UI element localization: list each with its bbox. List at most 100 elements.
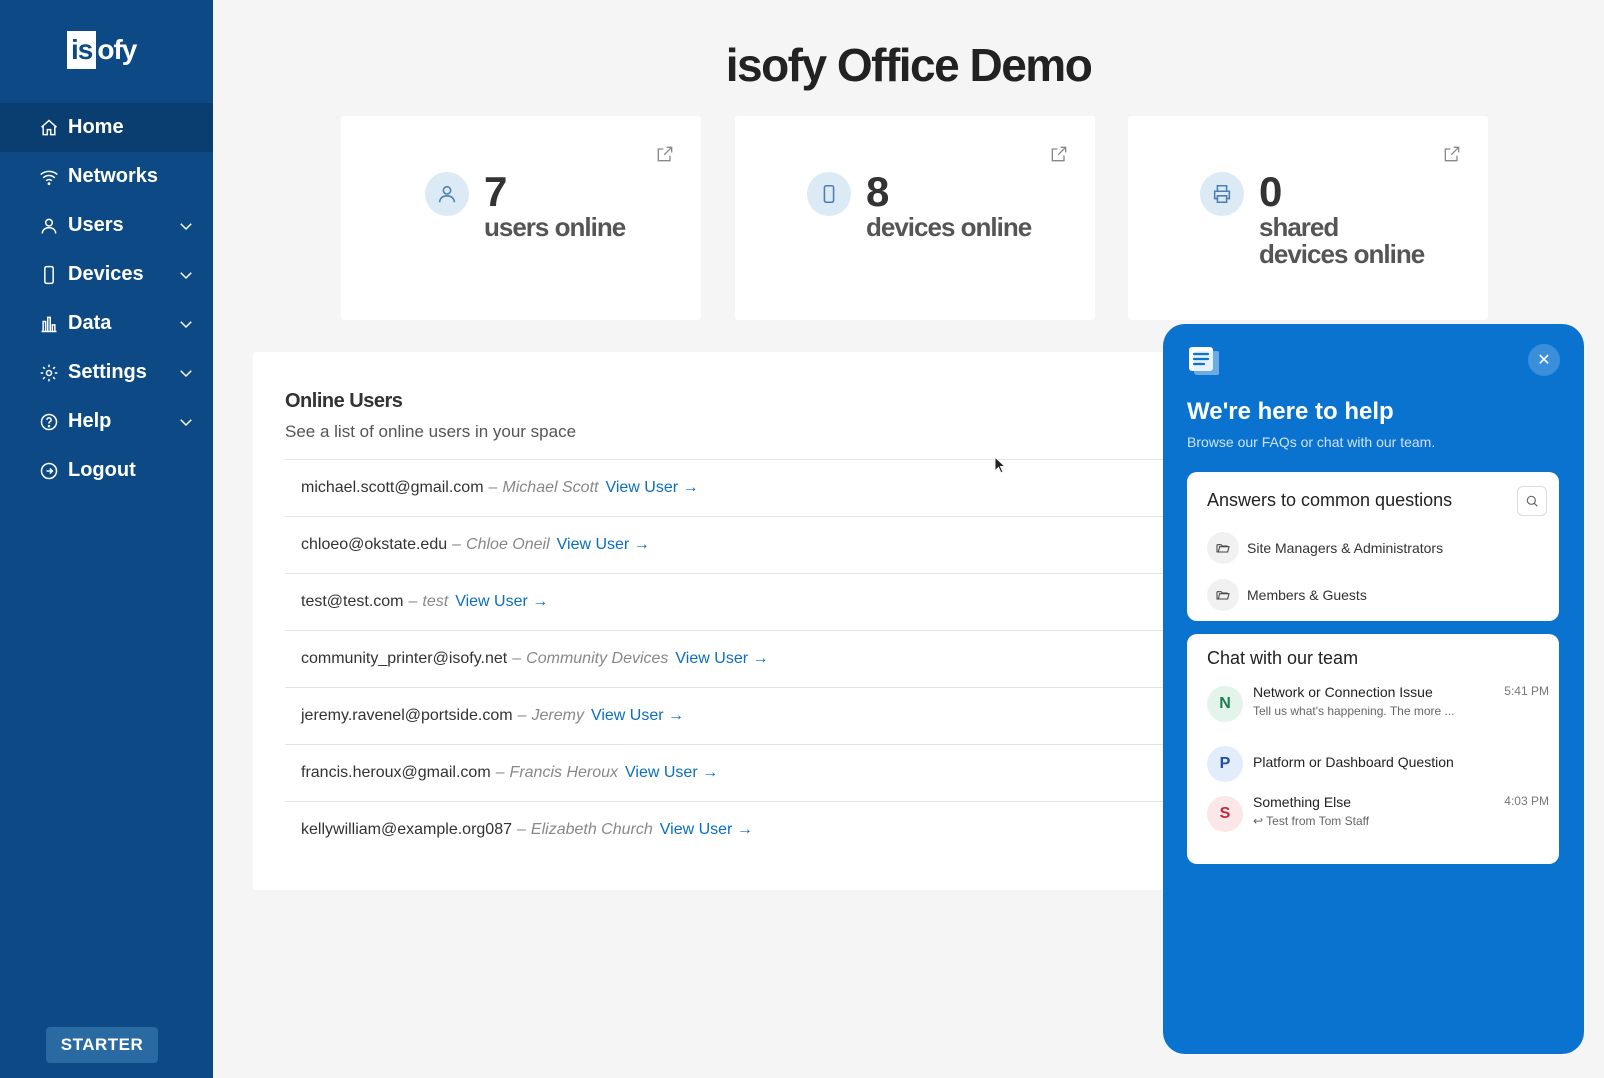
external-link-icon[interactable] [655,144,675,164]
faq-card: Answers to common questions Site Manager… [1187,472,1559,621]
user-email: chloeo@okstate.edu [301,536,448,553]
stat-card-users[interactable]: 7 users online [341,116,701,320]
help-circle-icon [38,411,60,433]
stat-value: 7 [484,168,508,215]
view-user-link[interactable]: View User → [605,479,698,497]
faq-item-site-managers[interactable]: Site Managers & Administrators [1207,532,1443,564]
chevron-down-icon[interactable] [177,217,195,235]
chevron-down-icon[interactable] [177,266,195,284]
sidebar-item-devices[interactable]: Devices [0,250,213,299]
sidebar-item-label: Data [68,312,112,334]
separator: – [517,821,526,838]
help-title: We're here to help [1187,398,1394,425]
user-name: Michael Scott [502,479,599,496]
user-name: Chloe Oneil [466,536,550,553]
stat-card-devices[interactable]: 8 devices online [735,116,1095,320]
view-user-link[interactable]: View User → [675,650,768,668]
sidebar-item-label: Users [68,214,124,236]
faq-item-members-guests[interactable]: Members & Guests [1207,579,1367,611]
conversation-item[interactable]: P Platform or Dashboard Question [1207,742,1549,786]
view-user-link[interactable]: View User → [455,593,548,611]
online-users-subtitle: See a list of online users in your space [285,422,577,441]
user-row: test@test.com – test View User → [285,573,1185,630]
sidebar-item-label: Devices [68,263,144,285]
sidebar-item-networks[interactable]: Networks [0,152,213,201]
gear-icon [38,362,60,384]
separator: – [452,536,462,553]
sidebar-item-data[interactable]: Data [0,299,213,348]
search-icon[interactable] [1517,486,1547,516]
conversation-time: 4:03 PM [1504,794,1549,808]
printer-icon [1200,172,1244,216]
online-users-panel: Online Users See a list of online users … [253,352,1253,890]
stat-label-line2: devices online [1259,239,1425,269]
user-email: francis.heroux@gmail.com [301,764,491,781]
chat-title: Chat with our team [1207,648,1359,668]
close-icon[interactable]: ✕ [1528,344,1560,376]
avatar: S [1207,796,1243,832]
view-user-link[interactable]: View User → [591,707,684,725]
sidebar-item-label: Settings [68,361,147,383]
sidebar-item-label: Help [68,410,112,432]
conversation-item[interactable]: S Something Else ↩ Test from Tom Staff 4:03… [1207,792,1549,836]
mouse-cursor-icon [994,456,1006,474]
conversation-time: 5:41 PM [1504,684,1549,698]
logo-rest-text: ofy [97,34,137,65]
isofy-logo[interactable]: is ofy [67,30,137,70]
logo-box-text: is [67,31,97,69]
separator: – [512,650,522,667]
stat-card-shared-devices[interactable]: 0 shared devices online [1128,116,1488,320]
chat-card: Chat with our team N Network or Connectio… [1187,634,1559,864]
conversation-title: Something Else [1253,794,1352,810]
phone-icon [807,172,851,216]
sidebar: is ofy Home Networks Users Devices Data S [0,0,213,1078]
external-link-icon[interactable] [1049,144,1069,164]
online-users-title: Online Users [285,390,403,412]
user-row: chloeo@okstate.edu – Chloe Oneil View User … [285,516,1185,573]
user-name: Elizabeth Church [530,821,653,838]
faq-title: Answers to common questions [1207,490,1453,510]
help-subtitle: Browse our FAQs or chat with our team. [1187,434,1436,450]
view-user-link[interactable]: View User → [660,821,753,839]
sidebar-item-logout[interactable]: Logout [0,446,213,495]
conversation-item[interactable]: N Network or Connection Issue Tell us what… [1207,682,1549,726]
online-users-list: michael.scott@gmail.com – Michael Scott Vie… [285,459,1185,858]
separator: – [517,707,527,724]
conversation-title: Platform or Dashboard Question [1253,754,1454,770]
plan-badge[interactable]: STARTER [46,1027,158,1063]
phone-icon [38,264,60,286]
stat-label: users online [484,212,626,242]
user-name: Francis Heroux [509,764,619,781]
avatar: N [1207,686,1243,722]
chevron-down-icon[interactable] [177,364,195,382]
faq-item-label: Site Managers & Administrators [1247,540,1444,556]
stat-value: 0 [1259,168,1283,215]
sidebar-item-users[interactable]: Users [0,201,213,250]
folder-icon [1207,532,1239,564]
separator: – [488,479,498,496]
sidebar-item-home[interactable]: Home [0,103,213,152]
separator: – [495,764,505,781]
wifi-icon [38,166,60,188]
sidebar-nav: Home Networks Users Devices Data Setting… [0,103,213,495]
sidebar-item-settings[interactable]: Settings [0,348,213,397]
stat-label-line1: shared [1259,212,1339,242]
help-widget: ✕ We're here to help Browse our FAQs or … [1163,324,1584,1054]
view-user-link[interactable]: View User → [557,536,650,554]
view-user-link[interactable]: View User → [625,764,718,782]
avatar: P [1207,746,1243,782]
stat-value: 8 [866,168,890,215]
home-icon [38,117,60,139]
user-name: Community Devices [526,650,669,667]
sidebar-item-label: Networks [68,165,159,187]
chevron-down-icon[interactable] [177,315,195,333]
user-email: test@test.com [301,593,404,610]
external-link-icon[interactable] [1442,144,1462,164]
user-row: francis.heroux@gmail.com – Francis Heroux V… [285,744,1185,801]
separator: – [408,593,418,610]
chevron-down-icon[interactable] [177,413,195,431]
stat-label: devices online [866,212,1032,242]
sidebar-item-help[interactable]: Help [0,397,213,446]
conversation-preview: Tell us what's happening. The more ... [1253,704,1455,718]
folder-icon [1207,579,1239,611]
